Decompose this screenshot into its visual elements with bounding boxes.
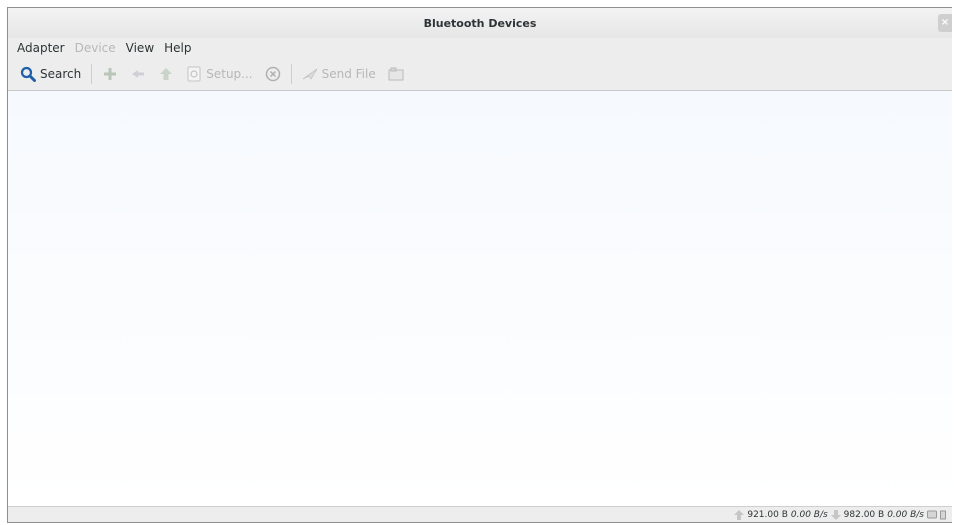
menu-view[interactable]: View [121,41,159,55]
folder-icon [388,66,404,82]
connection-status-icon [927,510,937,520]
arrow-up-icon [158,66,174,82]
remove-device-button[interactable] [124,60,152,88]
bluetooth-devices-window: Bluetooth Devices × Adapter Device View … [7,7,952,523]
setup-button[interactable]: Setup... [180,60,258,88]
send-file-icon [302,66,318,82]
trust-device-button[interactable] [152,60,180,88]
title-bar[interactable]: Bluetooth Devices × [8,8,952,38]
upload-rate: 0.00 B/s [790,509,828,520]
search-button[interactable]: Search [14,60,87,88]
cancel-circle-icon [265,66,281,82]
download-arrow-icon [830,509,841,520]
add-device-button[interactable] [96,60,124,88]
download-total: 982.00 B [843,509,885,520]
close-button[interactable]: × [938,14,952,32]
upload-arrow-icon [734,509,745,520]
toolbar-separator [290,64,292,84]
toolbar: Search Setup... Send File [8,58,952,91]
adapter-status-icon [940,510,950,520]
window-title: Bluetooth Devices [423,16,537,30]
plus-icon [102,66,118,82]
setup-icon [186,66,202,82]
download-rate: 0.00 B/s [887,509,924,520]
toolbar-separator [91,64,93,84]
search-button-label: Search [40,67,82,81]
device-list[interactable] [8,91,952,507]
menu-adapter[interactable]: Adapter [12,41,70,55]
send-file-button-label: Send File [321,67,376,81]
search-icon [20,66,36,82]
status-bar: 921.00 B 0.00 B/s 982.00 B 0.00 B/s [8,506,952,522]
menu-device[interactable]: Device [70,41,121,55]
setup-button-label: Setup... [206,67,253,81]
arrow-left-icon [130,66,146,82]
send-file-button[interactable]: Send File [296,60,382,88]
menu-help[interactable]: Help [159,41,196,55]
upload-total: 921.00 B [747,509,788,520]
browse-device-button[interactable] [382,60,410,88]
cancel-button[interactable] [259,60,287,88]
menu-bar: Adapter Device View Help [8,38,952,58]
